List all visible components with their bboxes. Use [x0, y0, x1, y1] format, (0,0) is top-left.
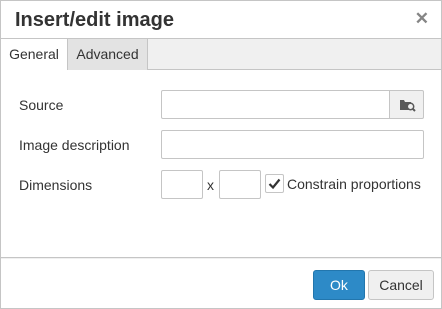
dialog-titlebar: Insert/edit image ✕: [1, 1, 441, 39]
dimension-separator: x: [207, 177, 214, 193]
dialog-title: Insert/edit image: [15, 9, 174, 31]
image-description-input[interactable]: [161, 130, 424, 159]
source-input[interactable]: [161, 90, 390, 119]
dialog-body: Source Image description Dimensions x Co…: [1, 70, 441, 258]
tab-bar: General Advanced: [1, 39, 441, 71]
cancel-button[interactable]: Cancel: [368, 270, 434, 300]
dimensions-label: Dimensions: [19, 177, 93, 193]
checkmark-icon: [268, 178, 281, 190]
width-input[interactable]: [161, 170, 203, 199]
tab-advanced[interactable]: Advanced: [68, 39, 148, 70]
height-input[interactable]: [219, 170, 261, 199]
tab-general[interactable]: General: [1, 39, 68, 71]
ok-button[interactable]: Ok: [313, 270, 365, 300]
folder-search-icon: [400, 100, 416, 112]
constrain-proportions-checkbox[interactable]: [265, 174, 284, 193]
constrain-proportions-label[interactable]: Constrain proportions: [287, 176, 421, 192]
dialog-footer: Ok Cancel: [1, 259, 441, 308]
insert-edit-image-dialog: Insert/edit image ✕ General Advanced Sou…: [0, 0, 442, 309]
image-description-label: Image description: [19, 137, 130, 153]
browse-button[interactable]: [389, 90, 424, 119]
close-icon[interactable]: ✕: [415, 10, 429, 28]
source-label: Source: [19, 97, 64, 113]
